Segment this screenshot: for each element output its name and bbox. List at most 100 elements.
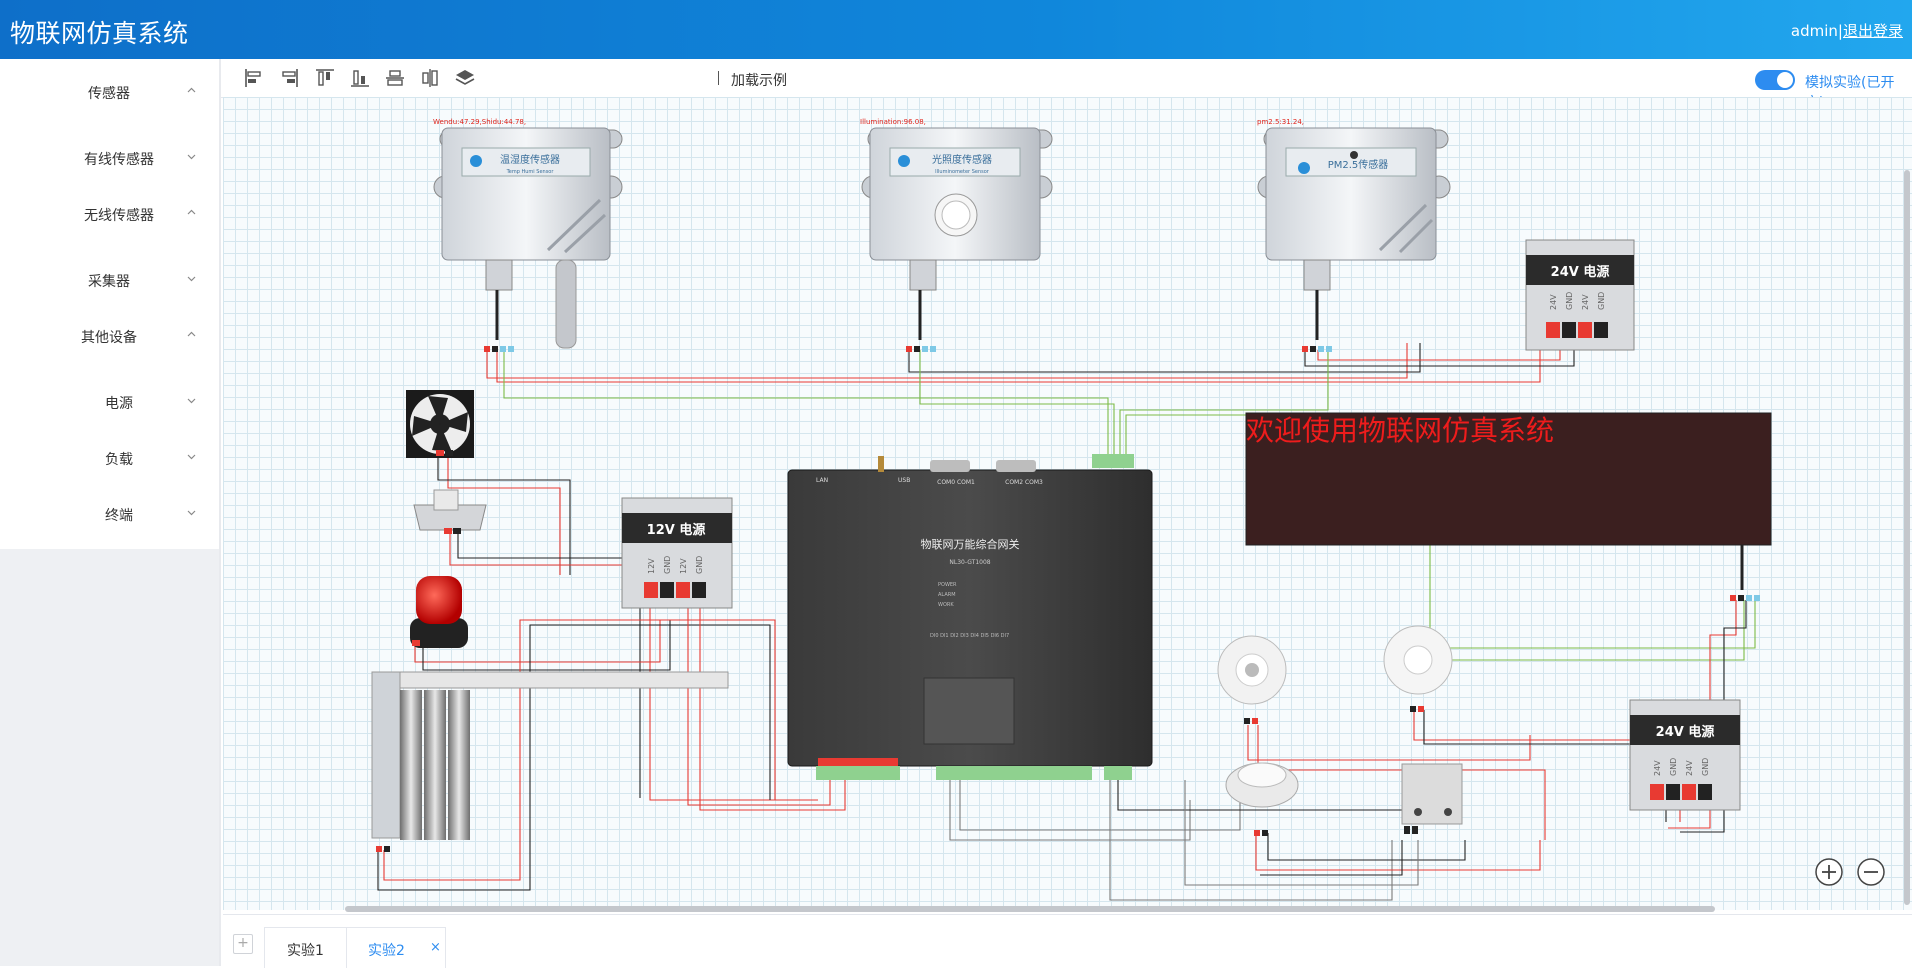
relay[interactable] xyxy=(1401,763,1463,834)
wire xyxy=(1255,833,1541,871)
toolbar-separator xyxy=(718,71,719,85)
power-supply-label: 24V 电源 xyxy=(1656,724,1715,740)
gateway-indicator: ALARM xyxy=(938,592,956,598)
smoke-detector[interactable] xyxy=(1225,762,1299,836)
sidebar-item-label: 其他设备 xyxy=(81,330,137,346)
power-supply-24v-top[interactable]: 24V 电源 24V GND 24V GND xyxy=(1525,239,1635,351)
sidebar-item-power[interactable]: 电源 xyxy=(0,387,219,417)
gateway-usb-label: USB xyxy=(898,477,910,484)
terminal-label: GND xyxy=(1597,292,1606,310)
username: admin xyxy=(1790,22,1838,40)
tab-experiment-2[interactable]: 实验2 × xyxy=(346,927,446,968)
terminal-label: GND xyxy=(1701,758,1710,776)
pm25-sensor[interactable]: PM2.5传感器 xyxy=(1257,127,1451,340)
horizontal-scrollbar[interactable] xyxy=(345,906,1715,912)
sidebar-item-label: 传感器 xyxy=(88,86,130,102)
vertical-scrollbar[interactable] xyxy=(1904,170,1910,905)
align-center-vertical-icon[interactable] xyxy=(419,67,441,89)
buzzer[interactable] xyxy=(413,489,487,534)
fan[interactable] xyxy=(406,390,474,458)
logout-link[interactable]: 退出登录 xyxy=(1843,22,1903,40)
terminal-label: GND xyxy=(695,556,704,574)
gateway-com-right: COM2 COM3 xyxy=(1005,479,1043,486)
align-right-icon[interactable] xyxy=(278,67,300,89)
sidebar-item-label: 采集器 xyxy=(88,274,130,290)
temp-humidity-sensor-subtitle: Temp Humi Sensor xyxy=(506,169,555,175)
terminal-label: 24V xyxy=(1653,760,1662,776)
wire xyxy=(1432,600,1756,649)
wire xyxy=(457,532,641,798)
simulation-toggle[interactable] xyxy=(1755,70,1795,90)
circuit-diagram: Wendu:47.29,Shidu:44.78, Illumination:96… xyxy=(371,118,1772,901)
align-center-horizontal-icon[interactable] xyxy=(384,67,406,89)
terminal-label: 24V xyxy=(1685,760,1694,776)
illumination-sensor-name: 光照度传感器 xyxy=(932,153,992,166)
load-example-button[interactable]: 加载示例 xyxy=(731,70,787,90)
wire xyxy=(486,343,1408,379)
zoom-in-icon[interactable] xyxy=(1814,857,1844,887)
app-title: 物联网仿真系统 xyxy=(10,19,189,48)
wire xyxy=(1317,343,1561,361)
wire xyxy=(496,343,1541,383)
illumination-sensor[interactable]: 光照度传感器 Illuminometer Sensor xyxy=(861,127,1053,340)
power-supply-12v[interactable]: 12V 电源 12V GND 12V GND xyxy=(621,497,733,609)
close-icon[interactable]: × xyxy=(430,940,441,955)
chevron-down-icon xyxy=(187,510,196,516)
layers-icon[interactable] xyxy=(454,67,476,89)
curtain[interactable] xyxy=(371,671,729,852)
tab-experiment-1[interactable]: 实验1 xyxy=(264,927,348,968)
wire xyxy=(959,780,1241,831)
chevron-up-icon xyxy=(187,87,196,93)
toggle-knob xyxy=(1777,72,1793,88)
gateway-com-left: COM0 COM1 xyxy=(937,479,975,486)
chevron-down-icon xyxy=(187,154,196,160)
sidebar-item-collectors[interactable]: 采集器 xyxy=(0,265,219,295)
power-supply-label: 24V 电源 xyxy=(1551,264,1610,280)
power-supply-24v-bottom[interactable]: 24V 电源 24V GND 24V GND xyxy=(1629,699,1741,811)
chevron-up-icon xyxy=(187,209,196,215)
gateway-indicator: WORK xyxy=(938,602,954,608)
align-top-icon[interactable] xyxy=(314,67,336,89)
zoom-out-icon[interactable] xyxy=(1856,857,1886,887)
tab-label: 实验1 xyxy=(287,943,324,959)
terminal-label: GND xyxy=(1565,292,1574,310)
temp-humidity-sensor-name: 温湿度传感器 xyxy=(500,153,560,166)
user-area: admin|退出登录 xyxy=(1791,20,1903,41)
sidebar-item-other-devices[interactable]: 其他设备 xyxy=(0,321,219,351)
terminal-label: 12V xyxy=(679,558,688,574)
gateway-title: 物联网万能综合网关 xyxy=(921,537,1020,551)
sidebar-divider xyxy=(219,59,221,966)
ceiling-lamp[interactable] xyxy=(1217,635,1287,724)
app-header: 物联网仿真系统 admin|退出登录 xyxy=(0,0,1912,59)
add-tab-button[interactable]: + xyxy=(233,934,253,954)
alarm-light[interactable] xyxy=(410,576,468,648)
experiment-tabs: + 实验1 实验2 × xyxy=(223,914,1912,968)
terminal-label: GND xyxy=(1669,758,1678,776)
sidebar-item-label: 电源 xyxy=(105,396,133,412)
sidebar-item-label: 有线传感器 xyxy=(84,152,154,168)
terminal-label: 24V xyxy=(1581,294,1590,310)
chevron-down-icon xyxy=(187,276,196,282)
gateway-top-terminals xyxy=(1092,454,1134,468)
sidebar-item-wireless-sensors[interactable]: 无线传感器 xyxy=(0,199,219,229)
sidebar-item-label: 终端 xyxy=(105,508,133,524)
workspace-canvas[interactable]: Wendu:47.29,Shidu:44.78, Illumination:96… xyxy=(223,97,1912,910)
led-display[interactable]: 欢迎使用物联网仿真系统 xyxy=(1245,412,1772,601)
chevron-up-icon xyxy=(187,331,196,337)
align-bottom-icon[interactable] xyxy=(349,67,371,89)
sidebar-item-label: 无线传感器 xyxy=(84,208,154,224)
chevron-down-icon xyxy=(187,454,196,460)
sidebar-item-sensors[interactable]: 传感器 xyxy=(0,77,219,107)
chevron-down-icon xyxy=(187,398,196,404)
sidebar-item-wired-sensors[interactable]: 有线传感器 xyxy=(0,143,219,173)
sidebar-item-terminal[interactable]: 终端 xyxy=(0,499,219,529)
gateway-lan-label: LAN xyxy=(816,477,828,484)
iot-gateway[interactable]: LAN USB COM0 COM1 COM2 COM3 物联网万能综合网关 NL… xyxy=(787,454,1153,780)
align-left-icon[interactable] xyxy=(243,67,265,89)
pm25-sensor-name: PM2.5传感器 xyxy=(1328,158,1389,171)
infrared-sensor[interactable] xyxy=(1383,625,1453,712)
power-supply-label: 12V 电源 xyxy=(647,522,706,538)
toolbar: 加载示例 xyxy=(221,59,1912,98)
temp-humidity-sensor[interactable]: 温湿度传感器 Temp Humi Sensor xyxy=(433,127,623,349)
sidebar-item-load[interactable]: 负载 xyxy=(0,443,219,473)
